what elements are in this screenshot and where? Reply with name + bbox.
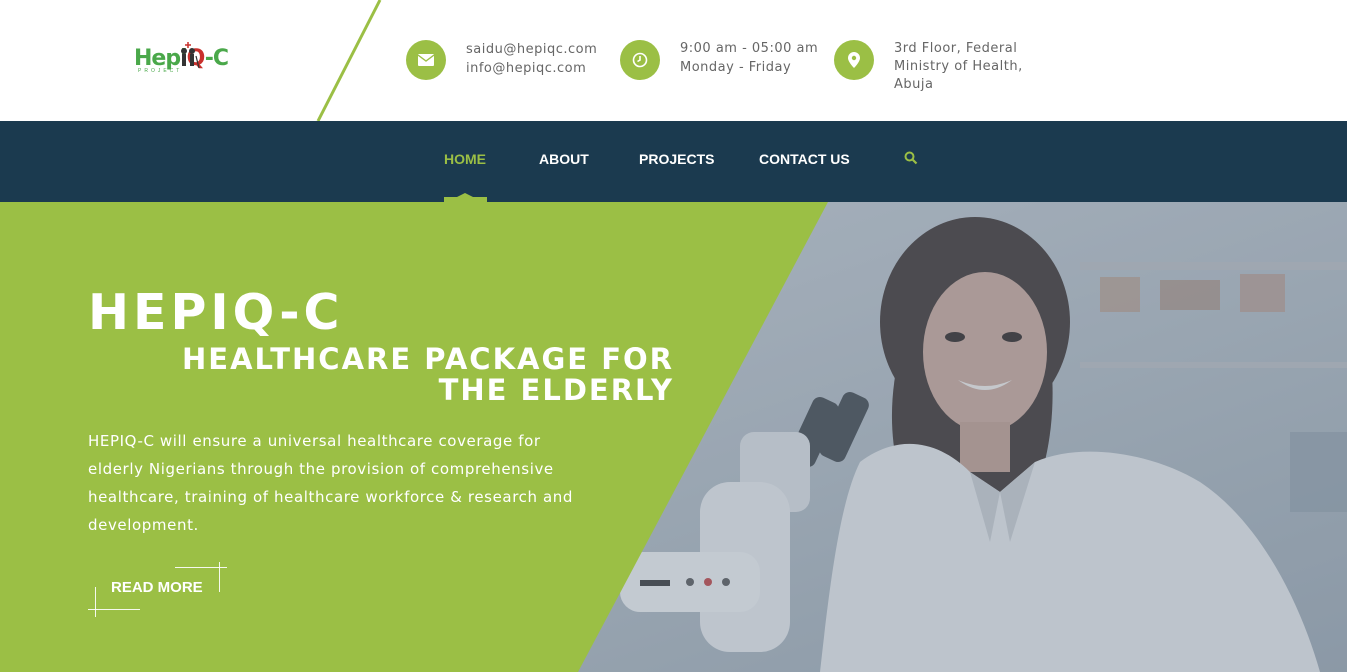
main-navigation: HOME ABOUT PROJECTS CONTACT US [0,121,1347,202]
clock-icon [620,40,660,80]
nav-item-projects[interactable]: PROJECTS [639,151,714,167]
read-more-frame-left [95,587,96,617]
logo-subtext: PROJECT [138,68,183,74]
address-line-1: 3rd Floor, Federal [894,41,1018,56]
top-header: HepiQ-C PROJECT saidu@hepiqc.com info@he… [0,0,1347,121]
map-marker-icon [834,40,874,80]
read-more-label: READ MORE [111,579,203,596]
decorative-slash [316,0,382,121]
address-line-2: Ministry of Health, [894,59,1023,74]
hero-title: HEPIQ-C [88,284,344,341]
read-more-button[interactable]: READ MORE [88,562,228,620]
hours-days: Monday - Friday [680,60,792,75]
address-line-3: Abuja [894,77,934,92]
search-icon[interactable] [904,151,920,167]
hero-banner: HEPIQ-C HEALTHCARE PACKAGE FOR THE ELDER… [0,202,1347,672]
nav-item-home[interactable]: HOME [444,151,486,167]
logo-text-c: -C [204,46,229,71]
email-secondary[interactable]: info@hepiqc.com [466,59,597,78]
hero-description: HEPIQ-C will ensure a universal healthca… [88,432,573,534]
nav-item-contact-us[interactable]: CONTACT US [759,151,850,167]
site-logo[interactable]: HepiQ-C PROJECT [134,40,234,80]
read-more-frame-right [219,562,220,592]
hero-subtitle: HEALTHCARE PACKAGE FOR THE ELDERLY [182,342,674,407]
envelope-icon [406,40,446,80]
hours-time: 9:00 am - 05:00 am [680,41,819,56]
email-primary[interactable]: saidu@hepiqc.com [466,40,597,59]
nav-item-about[interactable]: ABOUT [539,151,589,167]
